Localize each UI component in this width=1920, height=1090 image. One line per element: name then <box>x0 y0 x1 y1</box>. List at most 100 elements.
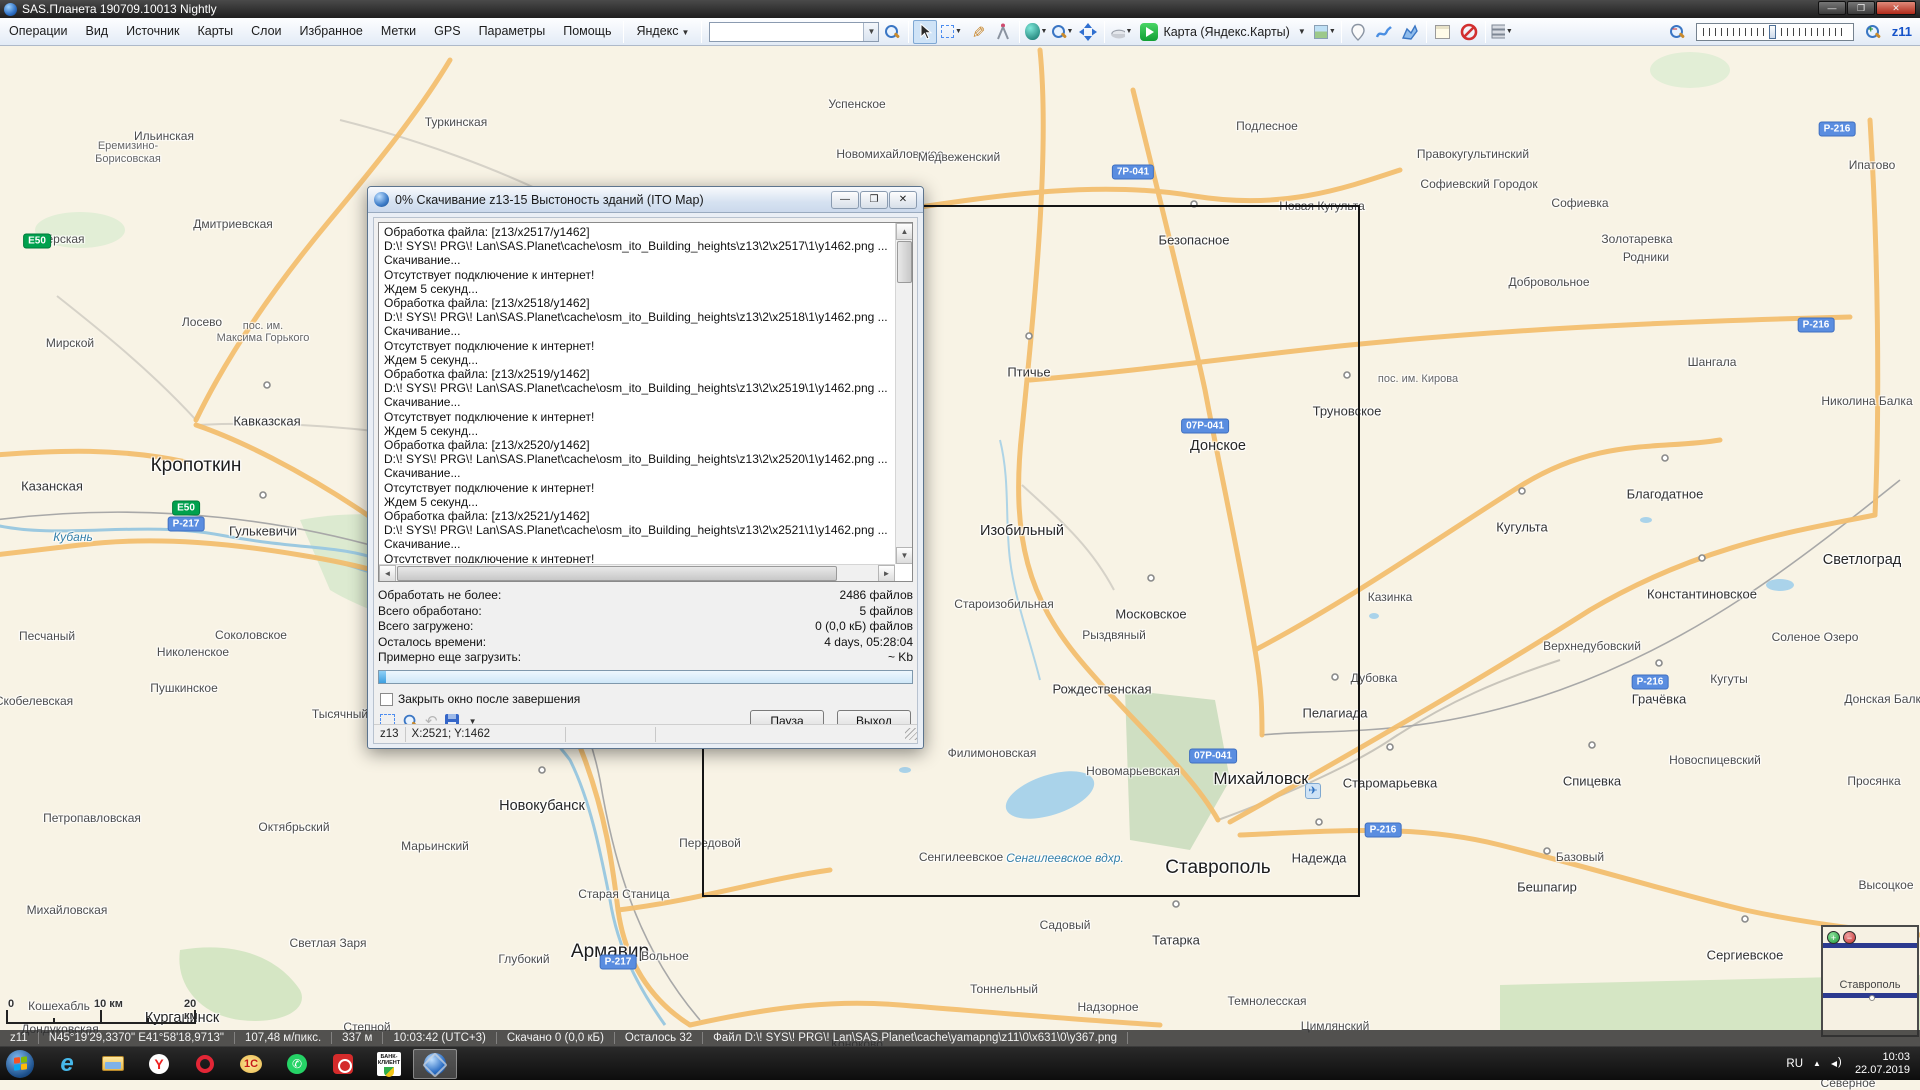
restore-button[interactable]: ❐ <box>1847 1 1875 15</box>
log-horizontal-scrollbar[interactable]: ◄ ► <box>379 564 895 581</box>
scroll-down-icon[interactable]: ▼ <box>896 547 913 564</box>
menu-item[interactable]: Параметры <box>470 18 555 45</box>
placemark-tool[interactable] <box>1346 20 1370 44</box>
zoom-tool[interactable]: ▼ <box>1050 20 1074 44</box>
zoom-slider-thumb[interactable] <box>1769 25 1776 39</box>
map-type-label: Карта (Яндекс.Карты) <box>1163 25 1289 39</box>
menu-item[interactable]: Помощь <box>554 18 620 45</box>
fill-map-tool[interactable]: ▼ <box>1490 20 1514 44</box>
pan-cursor-tool[interactable] <box>913 20 937 44</box>
map-label: Добровольное <box>1508 275 1589 289</box>
menu-item[interactable]: Карты <box>188 18 242 45</box>
statusbar-segment: Скачано 0 (0,0 кБ) <box>497 1032 615 1044</box>
tray-clock[interactable]: 10:03 22.07.2019 <box>1855 1051 1910 1077</box>
map-label: Подлесное <box>1236 119 1298 133</box>
taskbar-screenshot-icon[interactable] <box>321 1049 365 1079</box>
search-dropdown-icon[interactable]: ▼ <box>863 23 878 41</box>
dialog-restore-button[interactable]: ❐ <box>860 191 888 209</box>
start-button[interactable] <box>6 1050 34 1078</box>
window-titlebar: SAS.Планета 190709.10013 Nightly — ❐ ✕ <box>0 0 1920 18</box>
menu-item[interactable]: Источник <box>117 18 188 45</box>
dialog-titlebar[interactable]: 0% Скачивание z13-15 Выстоность зданий (… <box>368 187 923 213</box>
road-badge: Р-217 <box>168 517 205 532</box>
taskbar-whatsapp-icon[interactable]: ✆ <box>275 1049 319 1079</box>
map-label: Соколовское <box>215 628 287 642</box>
scroll-right-icon[interactable]: ► <box>878 565 895 582</box>
map-label: Октябрьский <box>258 820 329 834</box>
map-canvas[interactable]: КропоткинАрмавирСтавропольМихайловскНово… <box>0 46 1920 1030</box>
minimize-button[interactable]: — <box>1818 1 1846 15</box>
scroll-up-icon[interactable]: ▲ <box>896 223 913 240</box>
placemark-list-tool[interactable] <box>1431 20 1455 44</box>
taskbar-opera-icon[interactable] <box>183 1049 227 1079</box>
close-after-finish-row[interactable]: Закрыть окно после завершения <box>380 692 580 706</box>
keyboard-layout[interactable]: RU <box>1786 1058 1803 1070</box>
overview-minimap[interactable]: + − Ставрополь <box>1821 925 1919 1037</box>
statusbar-segment: z11 <box>0 1032 39 1044</box>
path-tool[interactable] <box>1372 20 1396 44</box>
menu-item[interactable]: Вид <box>76 18 117 45</box>
menu-item[interactable]: Операции <box>0 18 76 45</box>
log-line: Ждем 5 секунд... <box>384 282 890 296</box>
main-toolbar: ОперацииВидИсточникКартыСлоиИзбранноеМет… <box>0 18 1920 46</box>
menu-item[interactable]: Метки <box>372 18 425 45</box>
taskbar-explorer-icon[interactable] <box>91 1049 135 1079</box>
menu-item[interactable]: GPS <box>425 18 469 45</box>
tray-date: 22.07.2019 <box>1855 1064 1910 1077</box>
map-label: Вольное <box>641 949 689 963</box>
taskbar-bank-client-icon[interactable]: БАНК-КЛИЕНТ <box>367 1049 411 1079</box>
dialog-minimize-button[interactable]: — <box>831 191 859 209</box>
log-line: D:\! SYS\! PRG\! Lan\SAS.Planet\cache\os… <box>384 239 890 253</box>
close-after-finish-checkbox[interactable] <box>380 693 393 706</box>
stat-row: Осталось времени: 4 days, 05:28:04 <box>378 635 913 651</box>
taskbar-sas-planet-icon[interactable] <box>413 1049 457 1079</box>
zoom-slider[interactable] <box>1696 23 1854 41</box>
scroll-left-icon[interactable]: ◄ <box>379 565 396 582</box>
divider-compass-icon[interactable] <box>991 20 1015 44</box>
window-title: SAS.Планета 190709.10013 Nightly <box>22 2 217 16</box>
scalebar-10km: 10 км <box>94 998 123 1010</box>
layers-image-tool[interactable]: ▼ <box>1313 20 1337 44</box>
log-line: Отсутствует подключение к интернет! <box>384 552 890 563</box>
zoom-out-button[interactable]: − <box>1665 20 1689 44</box>
close-button[interactable]: ✕ <box>1876 1 1916 15</box>
dialog-close-button[interactable]: ✕ <box>889 191 917 209</box>
hidden-icons-arrow[interactable]: ▲ <box>1813 1059 1821 1068</box>
polygon-tool[interactable] <box>1398 20 1422 44</box>
download-log[interactable]: Обработка файла: [z13/x2517/y1462]D:\! S… <box>378 222 913 582</box>
fullscreen-button[interactable] <box>1076 20 1100 44</box>
volume-icon[interactable] <box>1831 1058 1845 1070</box>
scroll-thumb[interactable] <box>897 241 912 283</box>
ruler-tool-icon[interactable]: ✎ <box>965 20 989 44</box>
resize-grip[interactable] <box>905 728 917 740</box>
download-dialog[interactable]: 0% Скачивание z13-15 Выстоность зданий (… <box>367 186 924 749</box>
taskbar-1c-icon[interactable]: 1С <box>229 1049 273 1079</box>
globe-tool[interactable]: ▼ <box>1024 20 1048 44</box>
hscroll-thumb[interactable] <box>397 566 837 581</box>
menu-item[interactable]: Избранное <box>291 18 372 45</box>
stat-label: Осталось времени: <box>378 635 486 651</box>
cache-dome-tool[interactable]: ▼ <box>1109 20 1133 44</box>
minimap-zoom-out-button[interactable]: − <box>1843 931 1856 944</box>
scalebar-0: 0 <box>8 998 14 1010</box>
map-label: Кугульта <box>1496 520 1547 535</box>
map-label: Кугуты <box>1710 672 1748 686</box>
search-input[interactable]: ▼ <box>709 22 879 42</box>
map-source-dropdown[interactable]: Яндекс▼ <box>627 18 698 46</box>
map-label: пос. им. Кирова <box>1378 373 1458 385</box>
map-label: Сергиевское <box>1707 948 1784 963</box>
map-type-button[interactable]: Карта (Яндекс.Карты) ▼ <box>1134 20 1311 44</box>
log-vertical-scrollbar[interactable]: ▲ ▼ <box>895 223 912 564</box>
search-icon[interactable] <box>880 20 904 44</box>
map-label: Родники <box>1623 250 1669 264</box>
map-label: Казинка <box>1368 590 1413 604</box>
hide-marks-tool[interactable] <box>1457 20 1481 44</box>
zoom-in-button[interactable]: + <box>1861 20 1885 44</box>
menu-item[interactable]: Слои <box>242 18 290 45</box>
log-line: D:\! SYS\! PRG\! Lan\SAS.Planet\cache\os… <box>384 452 890 466</box>
taskbar-yandex-browser-icon[interactable]: Y <box>137 1049 181 1079</box>
statusbar-segment: Осталось 32 <box>615 1032 703 1044</box>
selection-tool[interactable]: ▼ <box>939 20 963 44</box>
taskbar-ie-icon[interactable]: e <box>45 1049 89 1079</box>
minimap-zoom-in-button[interactable]: + <box>1827 931 1840 944</box>
